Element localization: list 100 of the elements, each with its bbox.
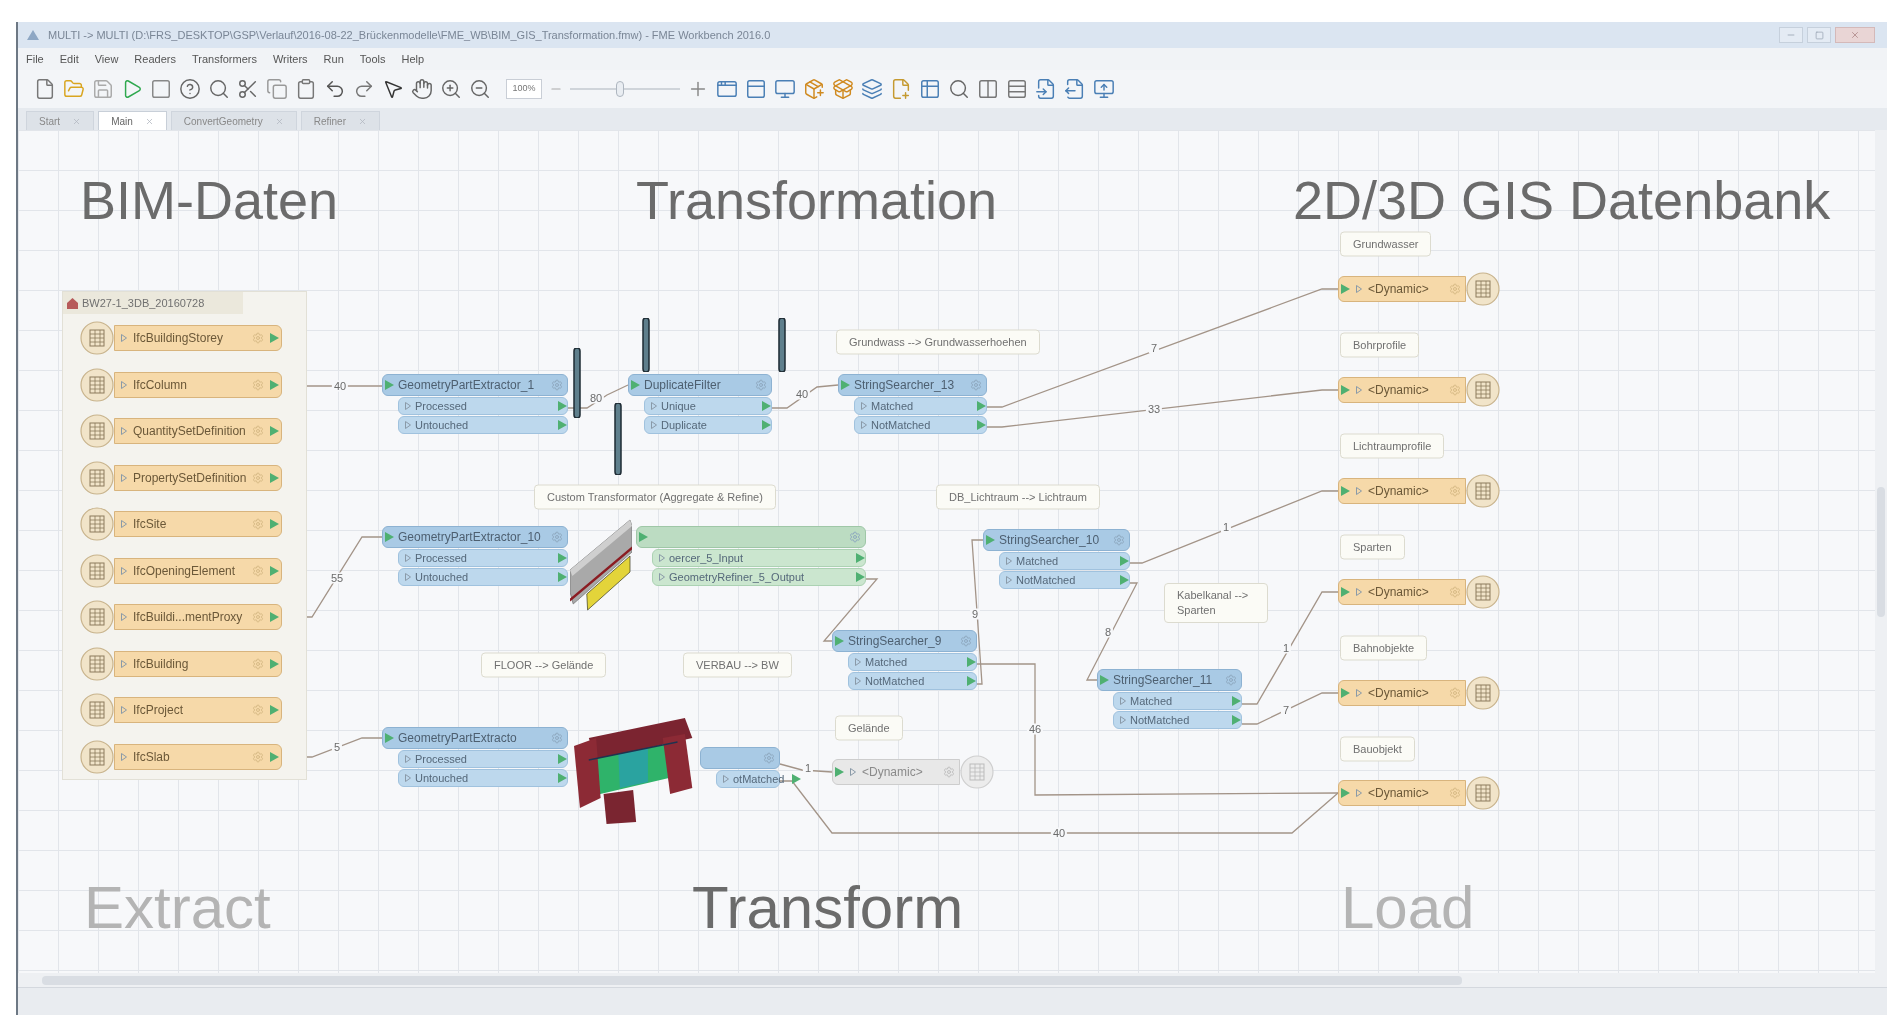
slider-thumb[interactable] xyxy=(615,81,624,97)
menu-item[interactable]: Tools xyxy=(359,50,386,68)
output-port-icon[interactable] xyxy=(270,333,279,343)
redo-icon[interactable] xyxy=(353,78,375,100)
transformer-header[interactable]: GeometryPartExtractor_10 xyxy=(382,526,568,548)
input-port-icon[interactable] xyxy=(639,532,648,542)
output-port[interactable]: Untouched xyxy=(398,416,568,434)
annotation-note[interactable]: VERBAU --> BW xyxy=(683,652,792,678)
transformer-header[interactable]: GeometryPartExtracto xyxy=(382,727,568,749)
stop-icon[interactable] xyxy=(150,78,172,100)
output-port-icon[interactable] xyxy=(792,774,802,784)
output-port[interactable]: oercer_5_Input xyxy=(652,549,866,567)
gear-icon[interactable] xyxy=(252,704,264,716)
gear-icon[interactable] xyxy=(252,750,264,763)
output-port[interactable]: Duplicate xyxy=(644,416,772,434)
reader-feature-type[interactable]: IfcColumn xyxy=(114,371,282,398)
input-port-icon[interactable] xyxy=(385,733,394,743)
input-port-icon[interactable] xyxy=(841,380,850,390)
output-port[interactable]: NotMatched xyxy=(1113,711,1242,729)
connector-line[interactable] xyxy=(567,384,629,409)
gear-icon[interactable] xyxy=(551,732,563,744)
tab[interactable]: Main xyxy=(98,111,167,130)
reader-feature-type[interactable]: IfcBuildi...mentProxy xyxy=(114,604,282,630)
gear-icon[interactable] xyxy=(252,518,264,530)
transformer-header[interactable]: StringSearcher_13 xyxy=(838,374,987,396)
input-port-icon[interactable] xyxy=(835,636,844,646)
output-port[interactable]: Processed xyxy=(398,750,568,768)
output-port[interactable]: Matched xyxy=(1113,692,1242,710)
output-port[interactable]: Untouched xyxy=(398,769,568,787)
gear-icon[interactable] xyxy=(763,752,775,764)
window-icon[interactable] xyxy=(716,78,738,100)
tab[interactable]: Start xyxy=(26,111,95,130)
output-port[interactable]: GeometryRefiner_5_Output xyxy=(652,568,866,586)
gear-icon[interactable] xyxy=(755,379,767,391)
input-port-icon[interactable] xyxy=(385,380,394,390)
output-port-icon[interactable] xyxy=(270,658,279,669)
gear-icon[interactable] xyxy=(970,379,982,391)
output-port-icon[interactable] xyxy=(270,472,280,483)
rows-icon[interactable] xyxy=(1006,78,1028,100)
tab[interactable]: ConvertGeometry xyxy=(170,111,297,130)
tab[interactable]: Refiner xyxy=(300,111,380,130)
output-port[interactable]: Matched xyxy=(848,653,977,671)
annotation-note[interactable]: Sparten xyxy=(1340,534,1405,560)
zoom-in-icon[interactable] xyxy=(440,78,462,100)
menu-item[interactable]: Readers xyxy=(134,50,176,68)
gear-icon[interactable] xyxy=(1449,586,1461,598)
transformer-header[interactable] xyxy=(636,526,866,548)
layers-icon[interactable] xyxy=(861,78,883,100)
input-port-icon[interactable] xyxy=(1341,587,1350,597)
annotation-note[interactable]: Grundwasser xyxy=(1340,231,1432,257)
transformer-header[interactable]: StringSearcher_10 xyxy=(983,529,1130,551)
panel-icon[interactable] xyxy=(745,78,767,100)
save-icon[interactable] xyxy=(92,78,114,100)
close-button[interactable] xyxy=(1835,27,1875,43)
reader-feature-type[interactable]: IfcBuilding xyxy=(114,650,282,677)
annotation-note[interactable]: FLOOR --> Gelände xyxy=(481,652,607,678)
annotation-note[interactable]: Custom Transformator (Aggregate & Refine) xyxy=(534,484,776,510)
close-icon[interactable] xyxy=(358,116,367,126)
annotation-note[interactable]: Gelände xyxy=(835,715,903,741)
file-input-icon[interactable] xyxy=(1035,78,1057,100)
minimize-button[interactable] xyxy=(1779,27,1803,43)
monitor-icon[interactable] xyxy=(774,78,796,100)
close-icon[interactable] xyxy=(72,116,82,126)
writer-feature-type[interactable]: <Dynamic> xyxy=(1338,780,1466,806)
output-port[interactable]: NotMatched xyxy=(848,672,977,690)
transformer-header[interactable]: StringSearcher_11 xyxy=(1097,669,1242,691)
gear-icon[interactable] xyxy=(1449,384,1461,396)
undo-icon[interactable] xyxy=(324,78,346,100)
pointer-icon[interactable] xyxy=(382,78,404,100)
writer-feature-type[interactable]: <Dynamic> xyxy=(1338,579,1466,605)
gear-icon[interactable] xyxy=(1449,283,1461,295)
paste-icon[interactable] xyxy=(295,78,317,100)
gear-icon[interactable] xyxy=(1113,534,1125,546)
menu-item[interactable]: View xyxy=(94,50,119,68)
input-port-icon[interactable] xyxy=(1341,385,1350,395)
monitor-icon[interactable] xyxy=(1093,78,1115,100)
gear-icon[interactable] xyxy=(849,531,861,543)
table-icon[interactable] xyxy=(919,78,941,100)
help-icon[interactable] xyxy=(179,78,201,100)
package-icon[interactable] xyxy=(832,78,854,100)
output-port[interactable]: Processed xyxy=(398,549,568,567)
annotation-note[interactable]: Bahnobjekte xyxy=(1340,635,1428,661)
gear-icon[interactable] xyxy=(252,657,264,670)
copy-icon[interactable] xyxy=(266,78,288,100)
output-port-icon[interactable] xyxy=(270,705,279,715)
output-port-icon[interactable] xyxy=(270,426,279,436)
zoom-out-icon[interactable] xyxy=(469,78,491,100)
input-port-icon[interactable] xyxy=(1100,675,1109,685)
gear-icon[interactable] xyxy=(960,635,972,647)
reader-feature-type[interactable]: IfcSlab xyxy=(114,743,282,770)
hand-icon[interactable] xyxy=(411,78,433,100)
annotation-note[interactable]: Bohrprofile xyxy=(1340,332,1420,358)
input-port-icon[interactable] xyxy=(1341,788,1350,798)
file-output-icon[interactable] xyxy=(1064,78,1086,100)
columns-icon[interactable] xyxy=(977,78,999,100)
close-icon[interactable] xyxy=(144,116,154,126)
output-port[interactable]: Unique xyxy=(644,397,772,415)
menu-item[interactable]: Run xyxy=(323,50,344,68)
input-port-icon[interactable] xyxy=(1341,486,1350,496)
output-port-icon[interactable] xyxy=(270,565,279,576)
